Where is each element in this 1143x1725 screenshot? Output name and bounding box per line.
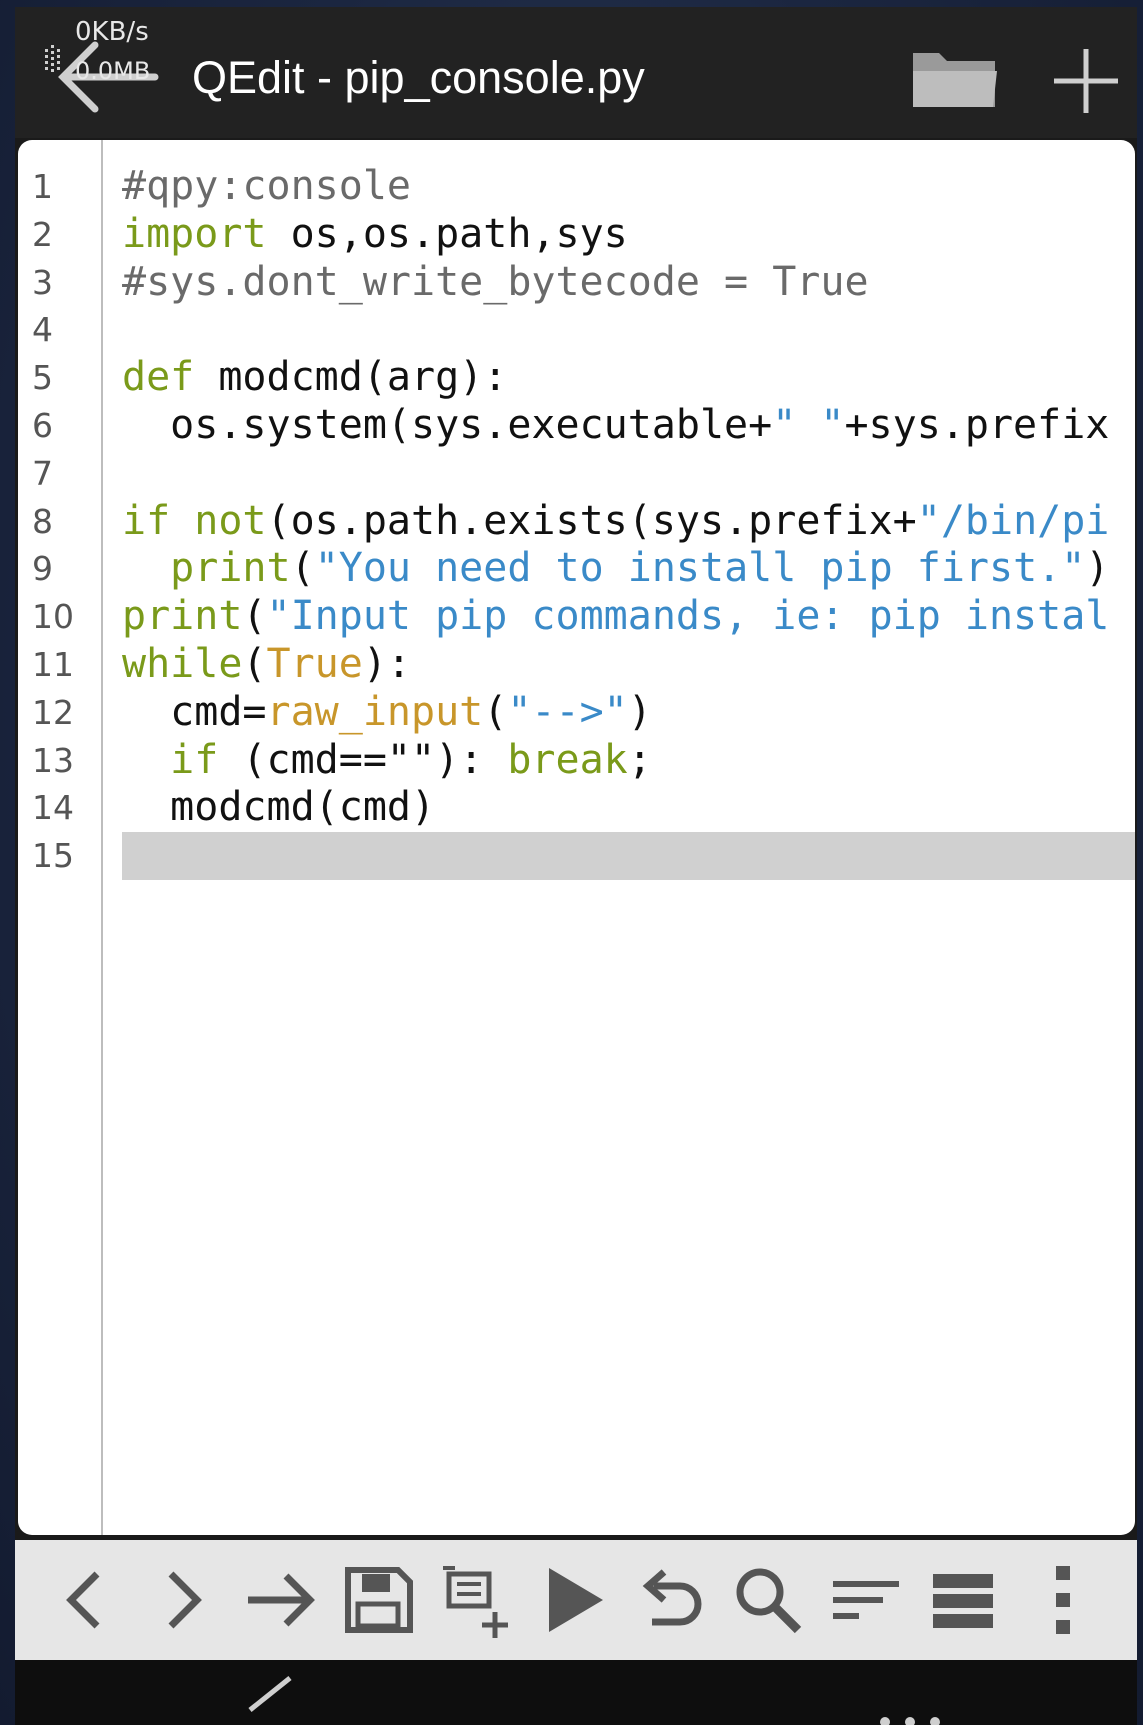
gutter-divider [101,140,103,1535]
line-number: 15 [32,836,74,876]
line-number: 9 [32,549,53,589]
code-string: "-->" [507,688,628,735]
code-string: " " [772,401,845,448]
code-text: ( [242,593,267,640]
code-keyword: break [507,736,628,783]
code-comment: #sys.dont_write_bytecode = True [122,258,869,305]
code-text: (cmd==""): [218,736,508,783]
line-number: 5 [32,358,53,398]
select-add-icon[interactable] [435,1560,515,1640]
code-text: ( [242,640,267,687]
line-number: 3 [32,262,53,302]
code-text: ; [627,736,652,783]
code-line[interactable]: print("Input pip commands, ie: pip insta… [122,593,1135,641]
code-line[interactable] [122,450,1135,498]
code-text: os,os.path,sys [266,210,628,257]
action-bar: 0KB/s 0.0MB QEdit - pip_console.py [15,7,1137,138]
code-line[interactable]: if (cmd==""): break; [122,737,1135,785]
code-keyword: while [122,640,243,687]
code-text: ( [483,688,508,735]
code-line[interactable]: #sys.dont_write_bytecode = True [122,259,1135,307]
more-vert-icon[interactable] [1023,1560,1103,1640]
code-line[interactable]: cmd=raw_input("-->") [122,689,1135,737]
line-number-gutter: 1 2 3 4 5 6 7 8 9 10 11 12 13 14 15 [18,163,98,880]
line-number: 11 [32,644,74,684]
code-builtin: raw_input [266,688,484,735]
code-line[interactable]: while(True): [122,641,1135,689]
code-text: (os.path.exists(sys.prefix+ [266,497,917,544]
plus-icon[interactable] [1050,45,1122,117]
line-number: 6 [32,405,53,445]
code-line[interactable]: modcmd(cmd) [122,784,1135,832]
sort-lines-icon[interactable] [825,1560,905,1640]
line-number: 7 [32,453,53,493]
code-editor[interactable]: 1 2 3 4 5 6 7 8 9 10 11 12 13 14 15 #qpy… [18,140,1135,1535]
line-number: 2 [32,214,53,254]
list-icon[interactable] [923,1560,1003,1640]
bottom-toolbar [15,1540,1137,1660]
line-number: 13 [32,740,74,780]
chevron-left-icon[interactable] [45,1560,125,1640]
code-keyword: def [122,354,195,401]
code-text: modcmd(cmd) [122,784,436,831]
code-keyword: print [122,593,243,640]
code-keyword: if [122,497,171,544]
code-string: "Input pip commands, ie: pip instal [266,593,1110,640]
nav-back-icon[interactable] [240,1670,300,1725]
code-comment: #qpy:console [122,163,411,209]
code-text: cmd= [122,688,267,735]
code-line[interactable]: os.system(sys.executable+" "+sys.prefix [122,402,1135,450]
folder-icon[interactable] [911,47,999,111]
code-keyword: not [194,497,267,544]
code-keyword: import [122,210,267,257]
nav-dots-icon[interactable] [875,1710,955,1725]
code-line[interactable]: #qpy:console [122,163,1135,211]
code-line[interactable]: import os,os.path,sys [122,211,1135,259]
chevron-right-icon[interactable] [143,1560,223,1640]
undo-icon[interactable] [630,1560,710,1640]
code-area[interactable]: #qpy:console import os,os.path,sys #sys.… [122,163,1135,880]
line-number: 4 [32,310,53,350]
search-icon[interactable] [728,1560,808,1640]
code-line[interactable]: def modcmd(arg): [122,354,1135,402]
arrow-right-icon[interactable] [240,1560,320,1640]
current-line-highlight[interactable] [122,832,1135,880]
code-text: ( [290,545,315,592]
line-number: 8 [32,501,53,541]
code-text: modcmd(arg): [194,354,508,401]
system-nav-bar [15,1660,1137,1725]
line-number: 1 [32,167,53,206]
code-text: ) [627,688,652,735]
code-line[interactable] [122,306,1135,354]
page-title: QEdit - pip_console.py [192,52,645,103]
network-speed: 0KB/s [75,17,149,47]
code-text: ): [362,640,412,687]
code-line[interactable]: if not(os.path.exists(sys.prefix+"/bin/p… [122,498,1135,546]
code-string: "You need to install pip first." [314,545,1086,592]
network-total: 0.0MB [75,57,151,85]
code-builtin: True [266,640,363,687]
code-keyword: print [170,545,291,592]
code-text: os.system(sys.executable+ [122,401,773,448]
code-line[interactable]: print("You need to install pip first.") [122,545,1135,593]
code-text: +sys.prefix [844,401,1110,448]
save-icon[interactable] [338,1560,418,1640]
line-number: 12 [32,692,74,732]
line-number: 14 [32,788,74,828]
code-text: ) [1085,545,1110,592]
line-number: 10 [32,597,74,637]
code-keyword: if [170,736,219,783]
play-icon[interactable] [533,1560,613,1640]
code-string: "/bin/pi [916,497,1110,544]
